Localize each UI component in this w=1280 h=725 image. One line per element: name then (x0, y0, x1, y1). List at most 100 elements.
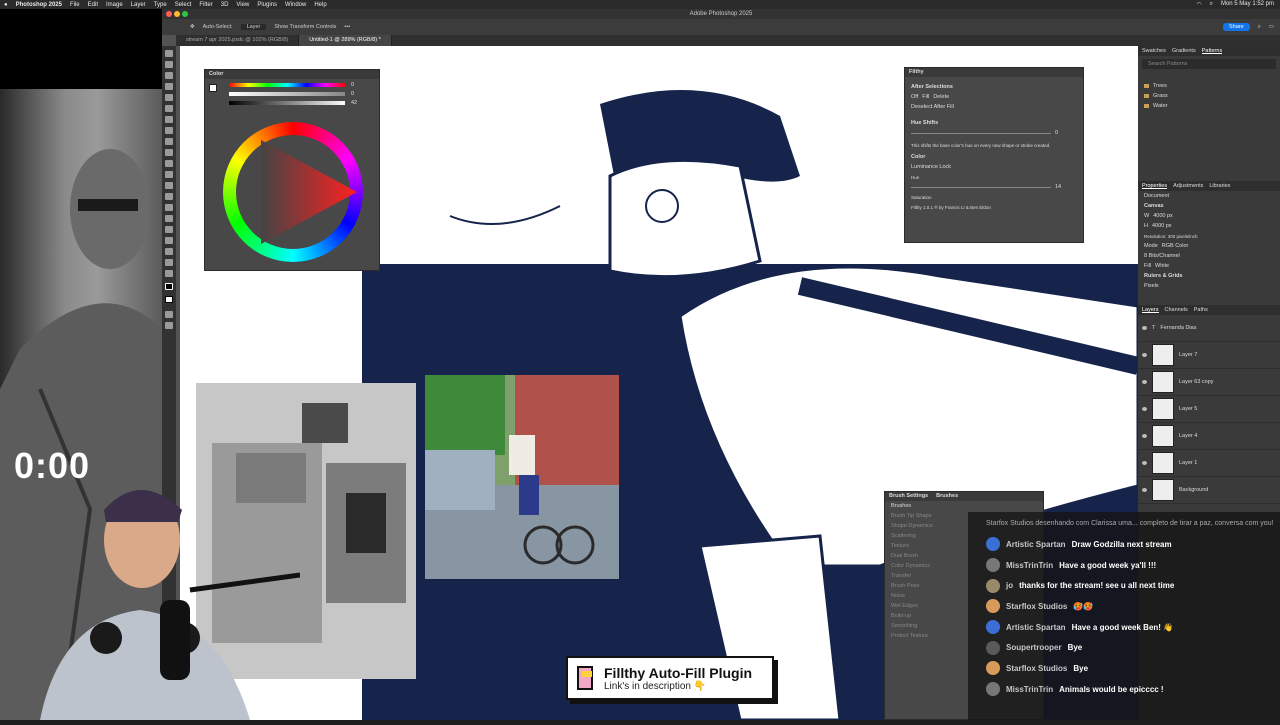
close-window-button[interactable] (166, 11, 172, 17)
tab-properties[interactable]: Properties (1142, 183, 1168, 189)
visibility-eye-icon[interactable] (1142, 407, 1147, 411)
tab-brushes[interactable]: Brushes (936, 492, 958, 501)
layer-name[interactable]: Layer 4 (1179, 433, 1197, 439)
tab-gradients[interactable]: Gradients (1172, 48, 1196, 54)
layer-name[interactable]: Layer 5 (1179, 406, 1197, 412)
tab-untitled-1[interactable]: Untitled-1 @ 289% (RGB/8) * (299, 35, 392, 46)
shape-tool-icon[interactable] (165, 248, 173, 255)
layer-row[interactable]: Background (1138, 477, 1280, 504)
menu-edit[interactable]: Edit (88, 2, 98, 8)
menu-filter[interactable]: Filter (199, 2, 212, 8)
dodge-tool-icon[interactable] (165, 204, 173, 211)
apple-icon[interactable]: ● (4, 2, 8, 8)
visibility-eye-icon[interactable] (1142, 434, 1147, 438)
background-color-swatch[interactable] (165, 296, 173, 303)
fill-dropdown[interactable]: White (1155, 263, 1169, 269)
layer-name[interactable]: Layer 7 (1179, 352, 1197, 358)
show-transform-checkbox[interactable]: Show Transform Controls (274, 24, 336, 30)
crop-tool-icon[interactable] (165, 94, 173, 101)
tab-patterns[interactable]: Patterns (1201, 48, 1223, 54)
tab-paths[interactable]: Paths (1194, 307, 1208, 313)
clone-stamp-icon[interactable] (165, 149, 173, 156)
menu-plugins[interactable]: Plugins (257, 2, 277, 8)
layer-row[interactable]: T Fernanda Dias (1138, 315, 1280, 342)
layer-name[interactable]: Background (1179, 487, 1208, 493)
auto-select-dropdown[interactable]: Layer (240, 24, 267, 30)
luminance-lock-checkbox[interactable]: Luminance Lock (905, 162, 1083, 172)
menu-help[interactable]: Help (314, 2, 326, 8)
object-select-tool-icon[interactable] (165, 83, 173, 90)
saturation-value[interactable]: 14 (1055, 184, 1061, 190)
screen-mode-icon[interactable] (165, 322, 173, 329)
layer-row[interactable]: Layer 4 (1138, 423, 1280, 450)
bit-depth-dropdown[interactable]: 8 Bits/Channel (1144, 253, 1180, 259)
delete-radio-label[interactable]: Delete (933, 94, 949, 100)
minimize-window-button[interactable] (174, 11, 180, 17)
tab-layers[interactable]: Layers (1142, 307, 1159, 313)
hue-slider[interactable] (229, 83, 345, 87)
menu-app-name[interactable]: Photoshop 2025 (16, 2, 62, 8)
fg-bg-swatches[interactable] (209, 84, 217, 92)
folder-water[interactable]: Water (1153, 103, 1167, 109)
visibility-eye-icon[interactable] (1142, 353, 1147, 357)
patterns-search-input[interactable]: Search Patterns (1142, 59, 1276, 69)
tab-libraries[interactable]: Libraries (1209, 183, 1230, 189)
layer-row[interactable]: Layer 63 copy (1138, 369, 1280, 396)
blur-tool-icon[interactable] (165, 193, 173, 200)
tab-swatches[interactable]: Swatches (1142, 48, 1166, 54)
hue-value[interactable]: 0 (351, 82, 354, 88)
fill-radio-label[interactable]: Fill (922, 94, 929, 100)
eyedropper-tool-icon[interactable] (165, 116, 173, 123)
path-select-icon[interactable] (165, 237, 173, 244)
lasso-tool-icon[interactable] (165, 72, 173, 79)
frame-tool-icon[interactable] (165, 105, 173, 112)
layer-name[interactable]: Layer 1 (1179, 460, 1197, 466)
visibility-eye-icon[interactable] (1142, 326, 1147, 330)
menu-window[interactable]: Window (285, 2, 306, 8)
layer-row[interactable]: Layer 5 (1138, 396, 1280, 423)
deselect-after-fill-checkbox[interactable]: Deselect After Fill (905, 102, 1083, 112)
visibility-eye-icon[interactable] (1142, 488, 1147, 492)
tab-brush-settings[interactable]: Brush Settings (889, 492, 928, 501)
share-button[interactable]: Share (1223, 23, 1250, 31)
menu-type[interactable]: Type (154, 2, 167, 8)
layer-name[interactable]: Fernanda Dias (1160, 325, 1196, 331)
brushes-button[interactable]: Brushes (885, 501, 1043, 511)
off-radio-label[interactable]: Off (911, 94, 918, 100)
move-tool-icon[interactable] (165, 50, 173, 57)
saturation-value[interactable]: 0 (351, 91, 354, 97)
menu-file[interactable]: File (70, 2, 80, 8)
workspace-icon[interactable]: ▭ (1269, 24, 1280, 30)
filthy-credit[interactable]: Filthy 1.0.1 ® by Francis LI & Ben Eldon (905, 202, 1083, 212)
layer-row[interactable]: Layer 1 (1138, 450, 1280, 477)
layer-row[interactable]: Layer 7 (1138, 342, 1280, 369)
gradient-tool-icon[interactable] (165, 182, 173, 189)
tab-stream-psdc[interactable]: stream 7 apr 2025.psdc @ 102% (RGB/8) (176, 35, 300, 46)
eraser-tool-icon[interactable] (165, 171, 173, 178)
pen-tool-icon[interactable] (165, 215, 173, 222)
auto-select-label[interactable]: Auto-Select: (203, 24, 233, 30)
visibility-eye-icon[interactable] (1142, 380, 1147, 384)
canvas-width-field[interactable]: 4000 px (1153, 213, 1173, 219)
folder-grass[interactable]: Grass (1153, 93, 1168, 99)
hue-shift-value[interactable]: 0 (1055, 130, 1058, 136)
history-brush-icon[interactable] (165, 160, 173, 167)
tab-adjustments[interactable]: Adjustments (1173, 183, 1203, 189)
hue-shifts-heading[interactable]: Hue Shifts (905, 118, 1083, 128)
marquee-tool-icon[interactable] (165, 61, 173, 68)
clock-text[interactable]: Mon 5 May 1:52 pm (1221, 1, 1274, 8)
hue-shift-slider[interactable] (911, 132, 1051, 134)
foreground-color-swatch[interactable] (165, 283, 173, 290)
menu-image[interactable]: Image (106, 2, 123, 8)
type-tool-icon[interactable] (165, 226, 173, 233)
layer-name[interactable]: Layer 63 copy (1179, 379, 1214, 385)
menu-layer[interactable]: Layer (131, 2, 146, 8)
zoom-window-button[interactable] (182, 11, 188, 17)
search-icon[interactable]: ⌕ (1210, 1, 1213, 8)
color-wheel[interactable] (223, 122, 363, 262)
wifi-icon[interactable]: ◠ (1196, 1, 1201, 8)
menu-view[interactable]: View (236, 2, 249, 8)
color-triangle[interactable] (223, 122, 363, 262)
after-selections-heading[interactable]: After Selections (905, 82, 1083, 92)
color-panel[interactable]: Color 0 0 42 (204, 69, 380, 271)
